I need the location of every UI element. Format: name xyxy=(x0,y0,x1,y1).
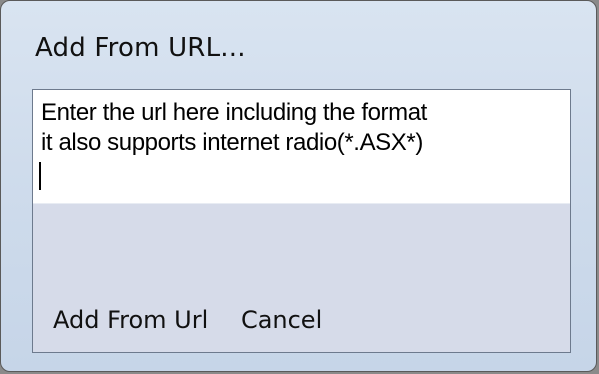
button-row: Add From Url Cancel xyxy=(53,304,322,336)
dialog-client-area: Enter the url here including the format … xyxy=(32,89,571,353)
add-from-url-dialog: Add From URL... Enter the url here inclu… xyxy=(0,0,597,372)
add-from-url-button[interactable]: Add From Url xyxy=(53,304,208,336)
text-caret xyxy=(39,162,41,190)
url-input[interactable]: Enter the url here including the format … xyxy=(33,90,570,204)
url-input-line-1: Enter the url here including the format xyxy=(41,99,427,126)
cancel-button[interactable]: Cancel xyxy=(241,304,322,336)
url-input-line-2: it also supports internet radio(*.ASX*) xyxy=(41,129,423,156)
dialog-title: Add From URL... xyxy=(35,33,246,63)
